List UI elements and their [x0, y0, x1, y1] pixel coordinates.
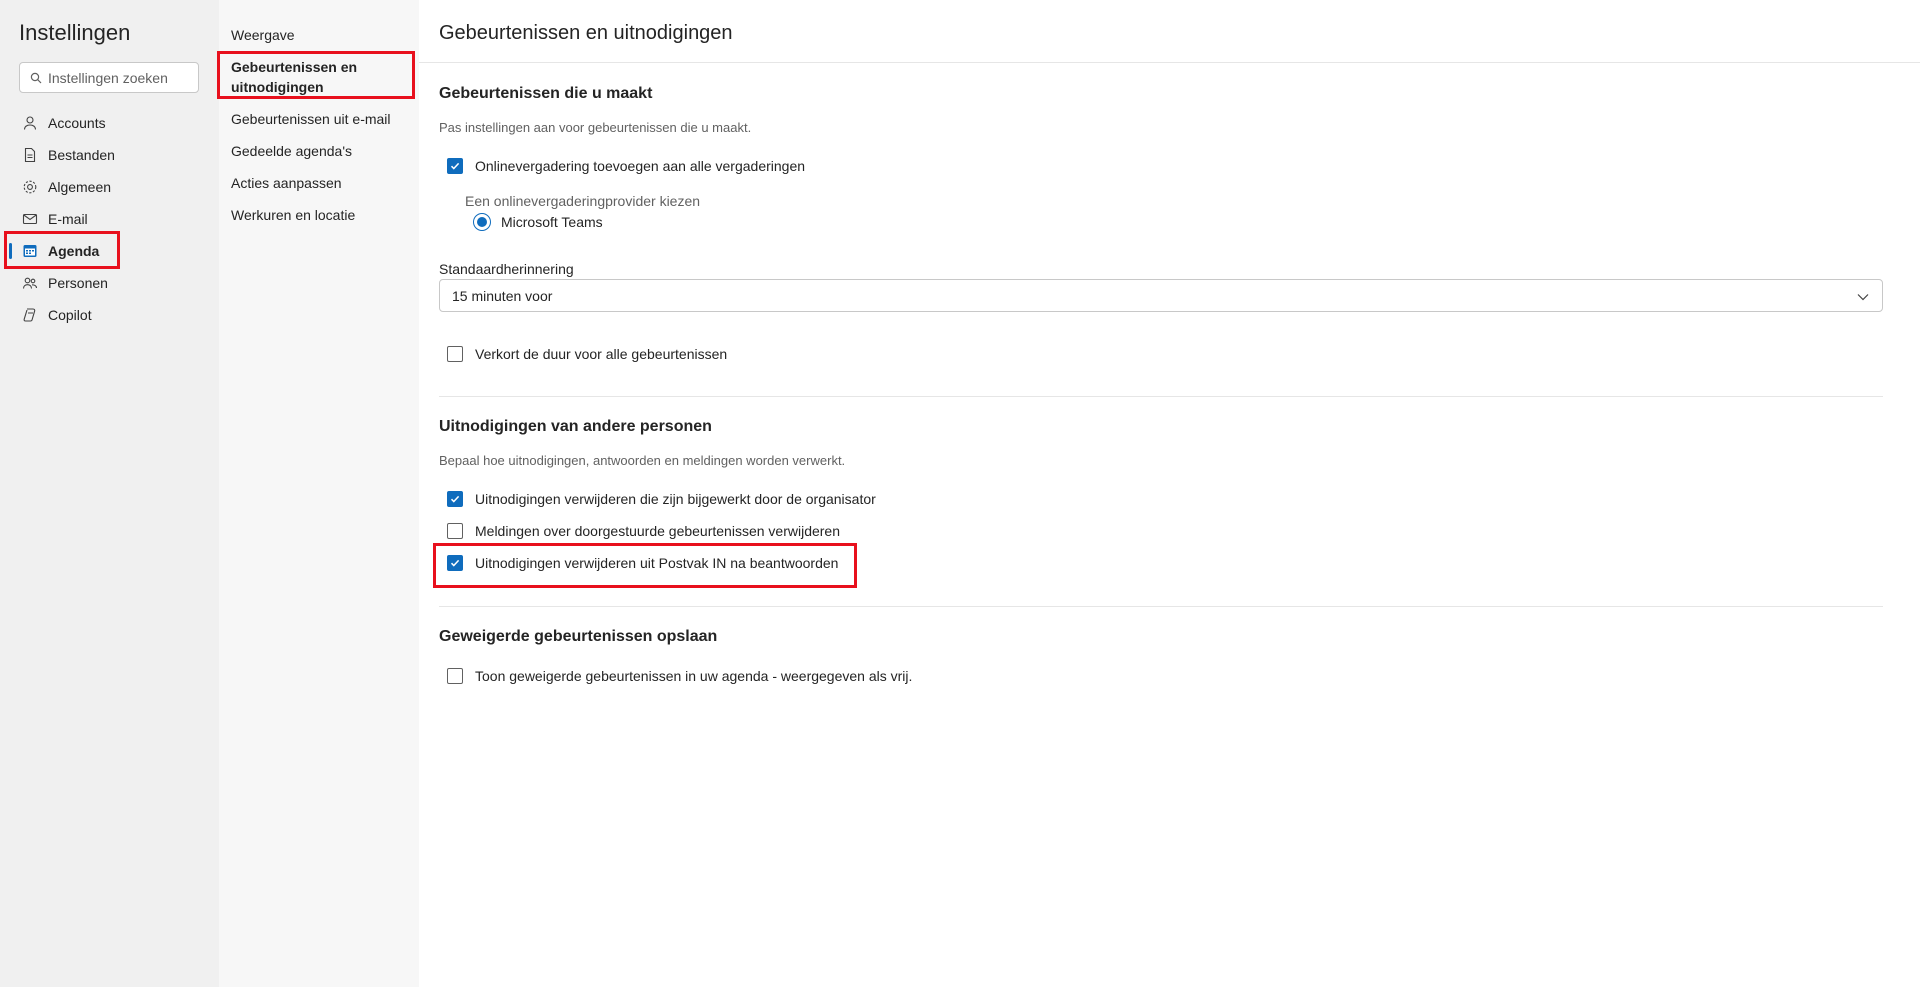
section-divider — [439, 396, 1883, 397]
show-declined-events-checkbox-row[interactable]: Toon geweigerde gebeurtenissen in uw age… — [447, 668, 912, 684]
checkbox-unchecked[interactable] — [447, 346, 463, 362]
nav-item-label: Bestanden — [48, 147, 115, 163]
search-icon — [30, 72, 42, 83]
nav-item-agenda[interactable]: Agenda — [0, 235, 219, 267]
provider-radio-teams[interactable]: Microsoft Teams — [473, 213, 603, 231]
checkmark-icon — [450, 559, 460, 567]
settings-search[interactable] — [19, 62, 199, 93]
section-divider — [439, 606, 1883, 607]
nav-item-label: E-mail — [48, 211, 88, 227]
section-heading-declined-events: Geweigerde gebeurtenissen opslaan — [439, 628, 718, 645]
calendar-icon — [22, 243, 38, 259]
document-icon — [22, 147, 38, 163]
radio-label: Microsoft Teams — [501, 214, 603, 230]
search-input[interactable] — [48, 69, 188, 86]
nav-item-accounts[interactable]: Accounts — [0, 107, 219, 139]
nav-item-label: Accounts — [48, 115, 106, 131]
checkbox-label: Verkort de duur voor alle gebeurtenissen — [475, 346, 728, 362]
online-meeting-checkbox-row[interactable]: Onlinevergadering toevoegen aan alle ver… — [447, 158, 805, 174]
settings-nav: Instellingen Accounts Bestanden Algemeen — [0, 0, 219, 987]
people-icon — [22, 275, 38, 291]
reminder-dropdown[interactable]: 15 minuten voor — [439, 279, 1883, 312]
nav-item-label: Algemeen — [48, 179, 112, 195]
nav-item-bestanden[interactable]: Bestanden — [0, 139, 219, 171]
calendar-subnav: Weergave Gebeurtenissen en uitnodigingen… — [219, 0, 419, 987]
chevron-down-icon — [1857, 294, 1869, 301]
subnav-item-weergave[interactable]: Weergave — [231, 25, 411, 45]
checkbox-label: Uitnodigingen verwijderen uit Postvak IN… — [475, 555, 839, 571]
section-description: Pas instellingen aan voor gebeurtenissen… — [439, 120, 752, 135]
delete-invites-after-response-checkbox-row[interactable]: Uitnodigingen verwijderen uit Postvak IN… — [447, 555, 838, 571]
nav-item-email[interactable]: E-mail — [0, 203, 219, 235]
subnav-item-customize-actions[interactable]: Acties aanpassen — [231, 173, 411, 193]
page-title: Gebeurtenissen en uitnodigingen — [439, 22, 733, 44]
checkbox-label: Toon geweigerde gebeurtenissen in uw age… — [475, 668, 913, 684]
checkbox-label: Onlinevergadering toevoegen aan alle ver… — [475, 158, 806, 174]
checkbox-checked[interactable] — [447, 158, 463, 174]
settings-main-pane: Gebeurtenissen en uitnodigingen Gebeurte… — [419, 0, 1920, 987]
nav-item-algemeen[interactable]: Algemeen — [0, 171, 219, 203]
checkmark-icon — [450, 162, 460, 170]
nav-item-label: Personen — [48, 275, 108, 291]
delete-forwarded-notifications-checkbox-row[interactable]: Meldingen over doorgestuurde gebeurtenis… — [447, 523, 840, 539]
nav-item-label: Agenda — [48, 243, 100, 259]
section-heading-invitations: Uitnodigingen van andere personen — [439, 418, 712, 435]
person-icon — [22, 115, 38, 131]
checkmark-icon — [450, 495, 460, 503]
reminder-label: Standaardherinnering — [439, 261, 574, 277]
radio-selected[interactable] — [473, 213, 491, 231]
nav-item-personen[interactable]: Personen — [0, 267, 219, 299]
checkbox-checked[interactable] — [447, 491, 463, 507]
checkbox-unchecked[interactable] — [447, 523, 463, 539]
subnav-item-working-hours[interactable]: Werkuren en locatie — [231, 205, 411, 225]
provider-label: Een onlinevergaderingprovider kiezen — [465, 193, 701, 209]
checkbox-label: Uitnodigingen verwijderen die zijn bijge… — [475, 491, 876, 507]
main-header: Gebeurtenissen en uitnodigingen — [419, 0, 1920, 63]
reminder-value: 15 minuten voor — [452, 287, 553, 304]
delete-updated-invites-checkbox-row[interactable]: Uitnodigingen verwijderen die zijn bijge… — [447, 491, 876, 507]
section-description: Bepaal hoe uitnodigingen, antwoorden en … — [439, 453, 846, 468]
shorten-duration-checkbox-row[interactable]: Verkort de duur voor alle gebeurtenissen — [447, 346, 727, 362]
checkbox-checked[interactable] — [447, 555, 463, 571]
section-heading-events-you-create: Gebeurtenissen die u maakt — [439, 85, 653, 102]
copilot-icon — [22, 307, 38, 323]
mail-icon — [22, 211, 38, 227]
checkbox-unchecked[interactable] — [447, 668, 463, 684]
subnav-item-events-from-email[interactable]: Gebeurtenissen uit e-mail — [231, 109, 411, 129]
subnav-item-events-invites[interactable]: Gebeurtenissen en uitnodigingen — [231, 57, 411, 97]
gear-icon — [22, 179, 38, 195]
nav-item-copilot[interactable]: Copilot — [0, 299, 219, 331]
settings-title: Instellingen — [19, 20, 131, 45]
nav-item-label: Copilot — [48, 307, 92, 323]
subnav-item-shared-calendars[interactable]: Gedeelde agenda's — [231, 141, 411, 161]
checkbox-label: Meldingen over doorgestuurde gebeurtenis… — [475, 523, 841, 539]
